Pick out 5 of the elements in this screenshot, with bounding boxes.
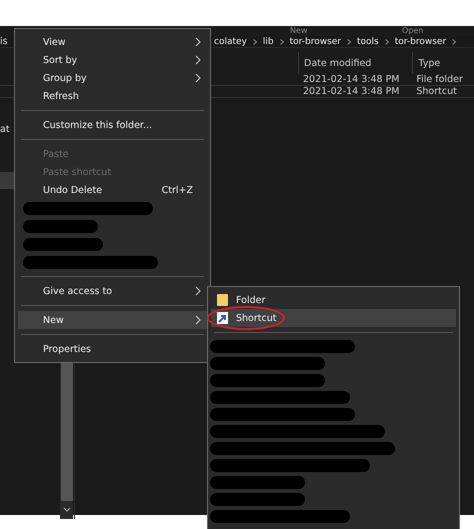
- nav-label: is: [0, 36, 8, 47]
- table-cell-text: 2021-02-14 3:48 PM: [303, 86, 401, 97]
- table-cell-text: 2021-02-14 3:48 PM: [303, 74, 401, 85]
- table-cell-text: Shortcut: [416, 86, 458, 97]
- table-cell-text: File folder: [416, 74, 464, 85]
